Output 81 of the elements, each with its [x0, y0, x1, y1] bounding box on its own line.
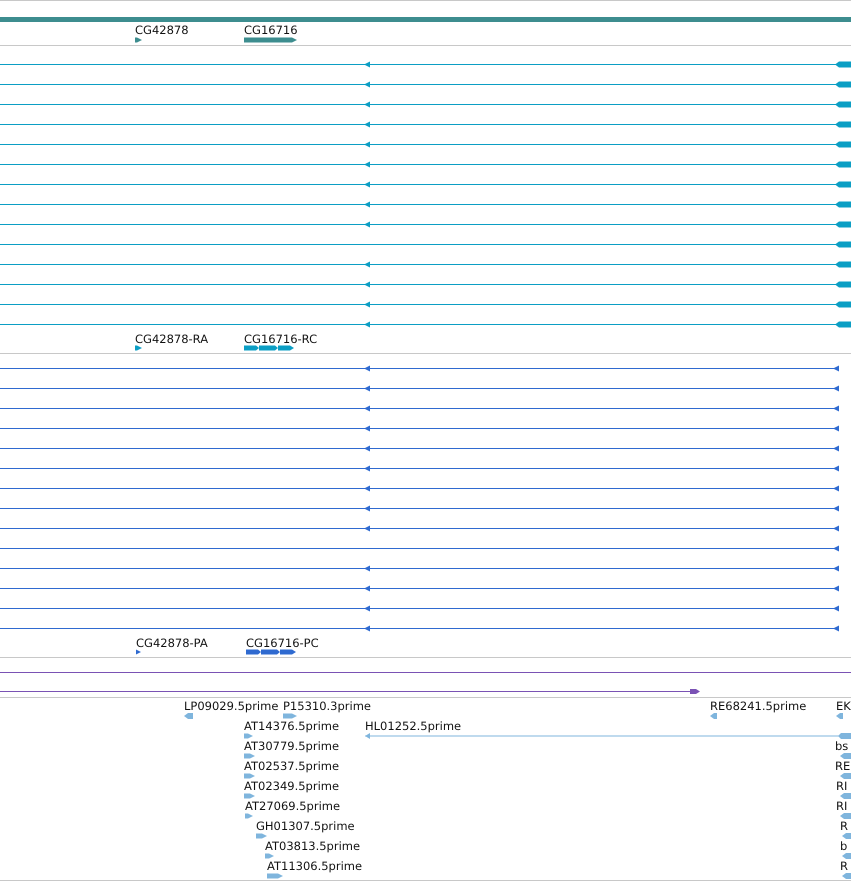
est-glyph[interactable] [245, 814, 253, 818]
transcript-row[interactable] [0, 102, 851, 108]
est-glyph[interactable] [836, 713, 843, 719]
transcript-row[interactable] [0, 162, 851, 168]
feature-glyph[interactable] [136, 650, 141, 654]
feature-label: CG42878 [135, 23, 189, 37]
est-glyph[interactable] [840, 813, 851, 819]
est-glyph[interactable] [244, 774, 255, 778]
feature-label: CG42878-PA [136, 636, 208, 650]
protein-row[interactable] [0, 606, 839, 612]
feature-label: RE68241.5prime [710, 699, 806, 713]
feature-label: AT30779.5prime [244, 739, 340, 753]
protein-row[interactable] [0, 506, 839, 512]
est-glyph[interactable] [710, 713, 717, 719]
transcript-row[interactable] [0, 322, 851, 328]
feature-label: AT27069.5prime [245, 799, 340, 813]
protein-row[interactable] [0, 626, 839, 632]
transcript-row[interactable] [0, 182, 851, 188]
feature-label: EK [836, 699, 851, 713]
protein-row[interactable] [0, 426, 839, 432]
feature-label: R [840, 859, 848, 873]
est-glyph[interactable] [840, 773, 851, 779]
transcript-row[interactable] [0, 222, 851, 228]
feature-label: CG16716-RC [244, 332, 318, 346]
protein-row[interactable] [0, 526, 839, 532]
transcript-row[interactable] [0, 282, 851, 288]
feature-label: AT02537.5prime [244, 759, 340, 773]
est-glyph[interactable] [840, 793, 851, 799]
est-glyph[interactable] [244, 754, 255, 758]
est-glyph[interactable] [842, 853, 851, 859]
gene-glyph[interactable] [135, 38, 142, 42]
transcript-row[interactable] [0, 262, 851, 268]
exon-glyph[interactable] [244, 346, 294, 350]
feature-label: HL01252.5prime [365, 719, 462, 733]
feature-label: RI [836, 779, 848, 793]
feature-label: AT14376.5prime [244, 719, 340, 733]
feature-label: b [840, 839, 848, 853]
alignment-line[interactable] [0, 689, 700, 694]
est-glyph[interactable] [283, 714, 297, 718]
transcript-row[interactable] [0, 142, 851, 148]
est-glyph[interactable] [265, 854, 274, 858]
protein-row[interactable] [0, 546, 839, 552]
gene-glyph[interactable] [244, 38, 297, 42]
est-glyph[interactable] [364, 733, 851, 739]
feature-label: CG16716 [244, 23, 298, 37]
feature-label: bs [835, 739, 848, 753]
feature-label: AT02349.5prime [244, 779, 340, 793]
est-glyph[interactable] [244, 734, 253, 738]
est-glyph[interactable] [184, 713, 193, 719]
protein-row[interactable] [0, 386, 839, 392]
exon-glyph[interactable] [246, 650, 296, 654]
protein-row[interactable] [0, 446, 839, 452]
protein-row[interactable] [0, 406, 839, 412]
feature-label: CG16716-PC [246, 636, 319, 650]
est-glyph[interactable] [842, 833, 851, 839]
est-glyph[interactable] [840, 753, 851, 759]
feature-label: CG42878-RA [135, 332, 208, 346]
protein-row[interactable] [0, 486, 839, 492]
feature-glyph[interactable] [135, 346, 142, 350]
transcript-row[interactable] [0, 82, 851, 88]
est-glyph[interactable] [244, 794, 255, 798]
feature-label: RE [835, 759, 850, 773]
est-glyph[interactable] [256, 834, 267, 838]
feature-label: AT11306.5prime [267, 859, 362, 873]
feature-label: LP09029.5prime [184, 699, 278, 713]
feature-label: RI [836, 799, 848, 813]
feature-label: P15310.3prime [283, 699, 371, 713]
protein-row[interactable] [0, 566, 839, 572]
protein-row[interactable] [0, 466, 839, 472]
transcript-row[interactable] [0, 202, 851, 208]
protein-row[interactable] [0, 586, 839, 592]
transcript-row[interactable] [0, 62, 851, 68]
feature-label: GH01307.5prime [256, 819, 355, 833]
transcript-row[interactable] [0, 302, 851, 308]
transcript-row[interactable] [0, 242, 851, 248]
feature-label: AT03813.5prime [265, 839, 360, 853]
est-glyph[interactable] [267, 874, 283, 878]
est-glyph[interactable] [842, 873, 851, 879]
transcript-row[interactable] [0, 122, 851, 128]
protein-row[interactable] [0, 366, 839, 372]
feature-label: R [840, 819, 848, 833]
